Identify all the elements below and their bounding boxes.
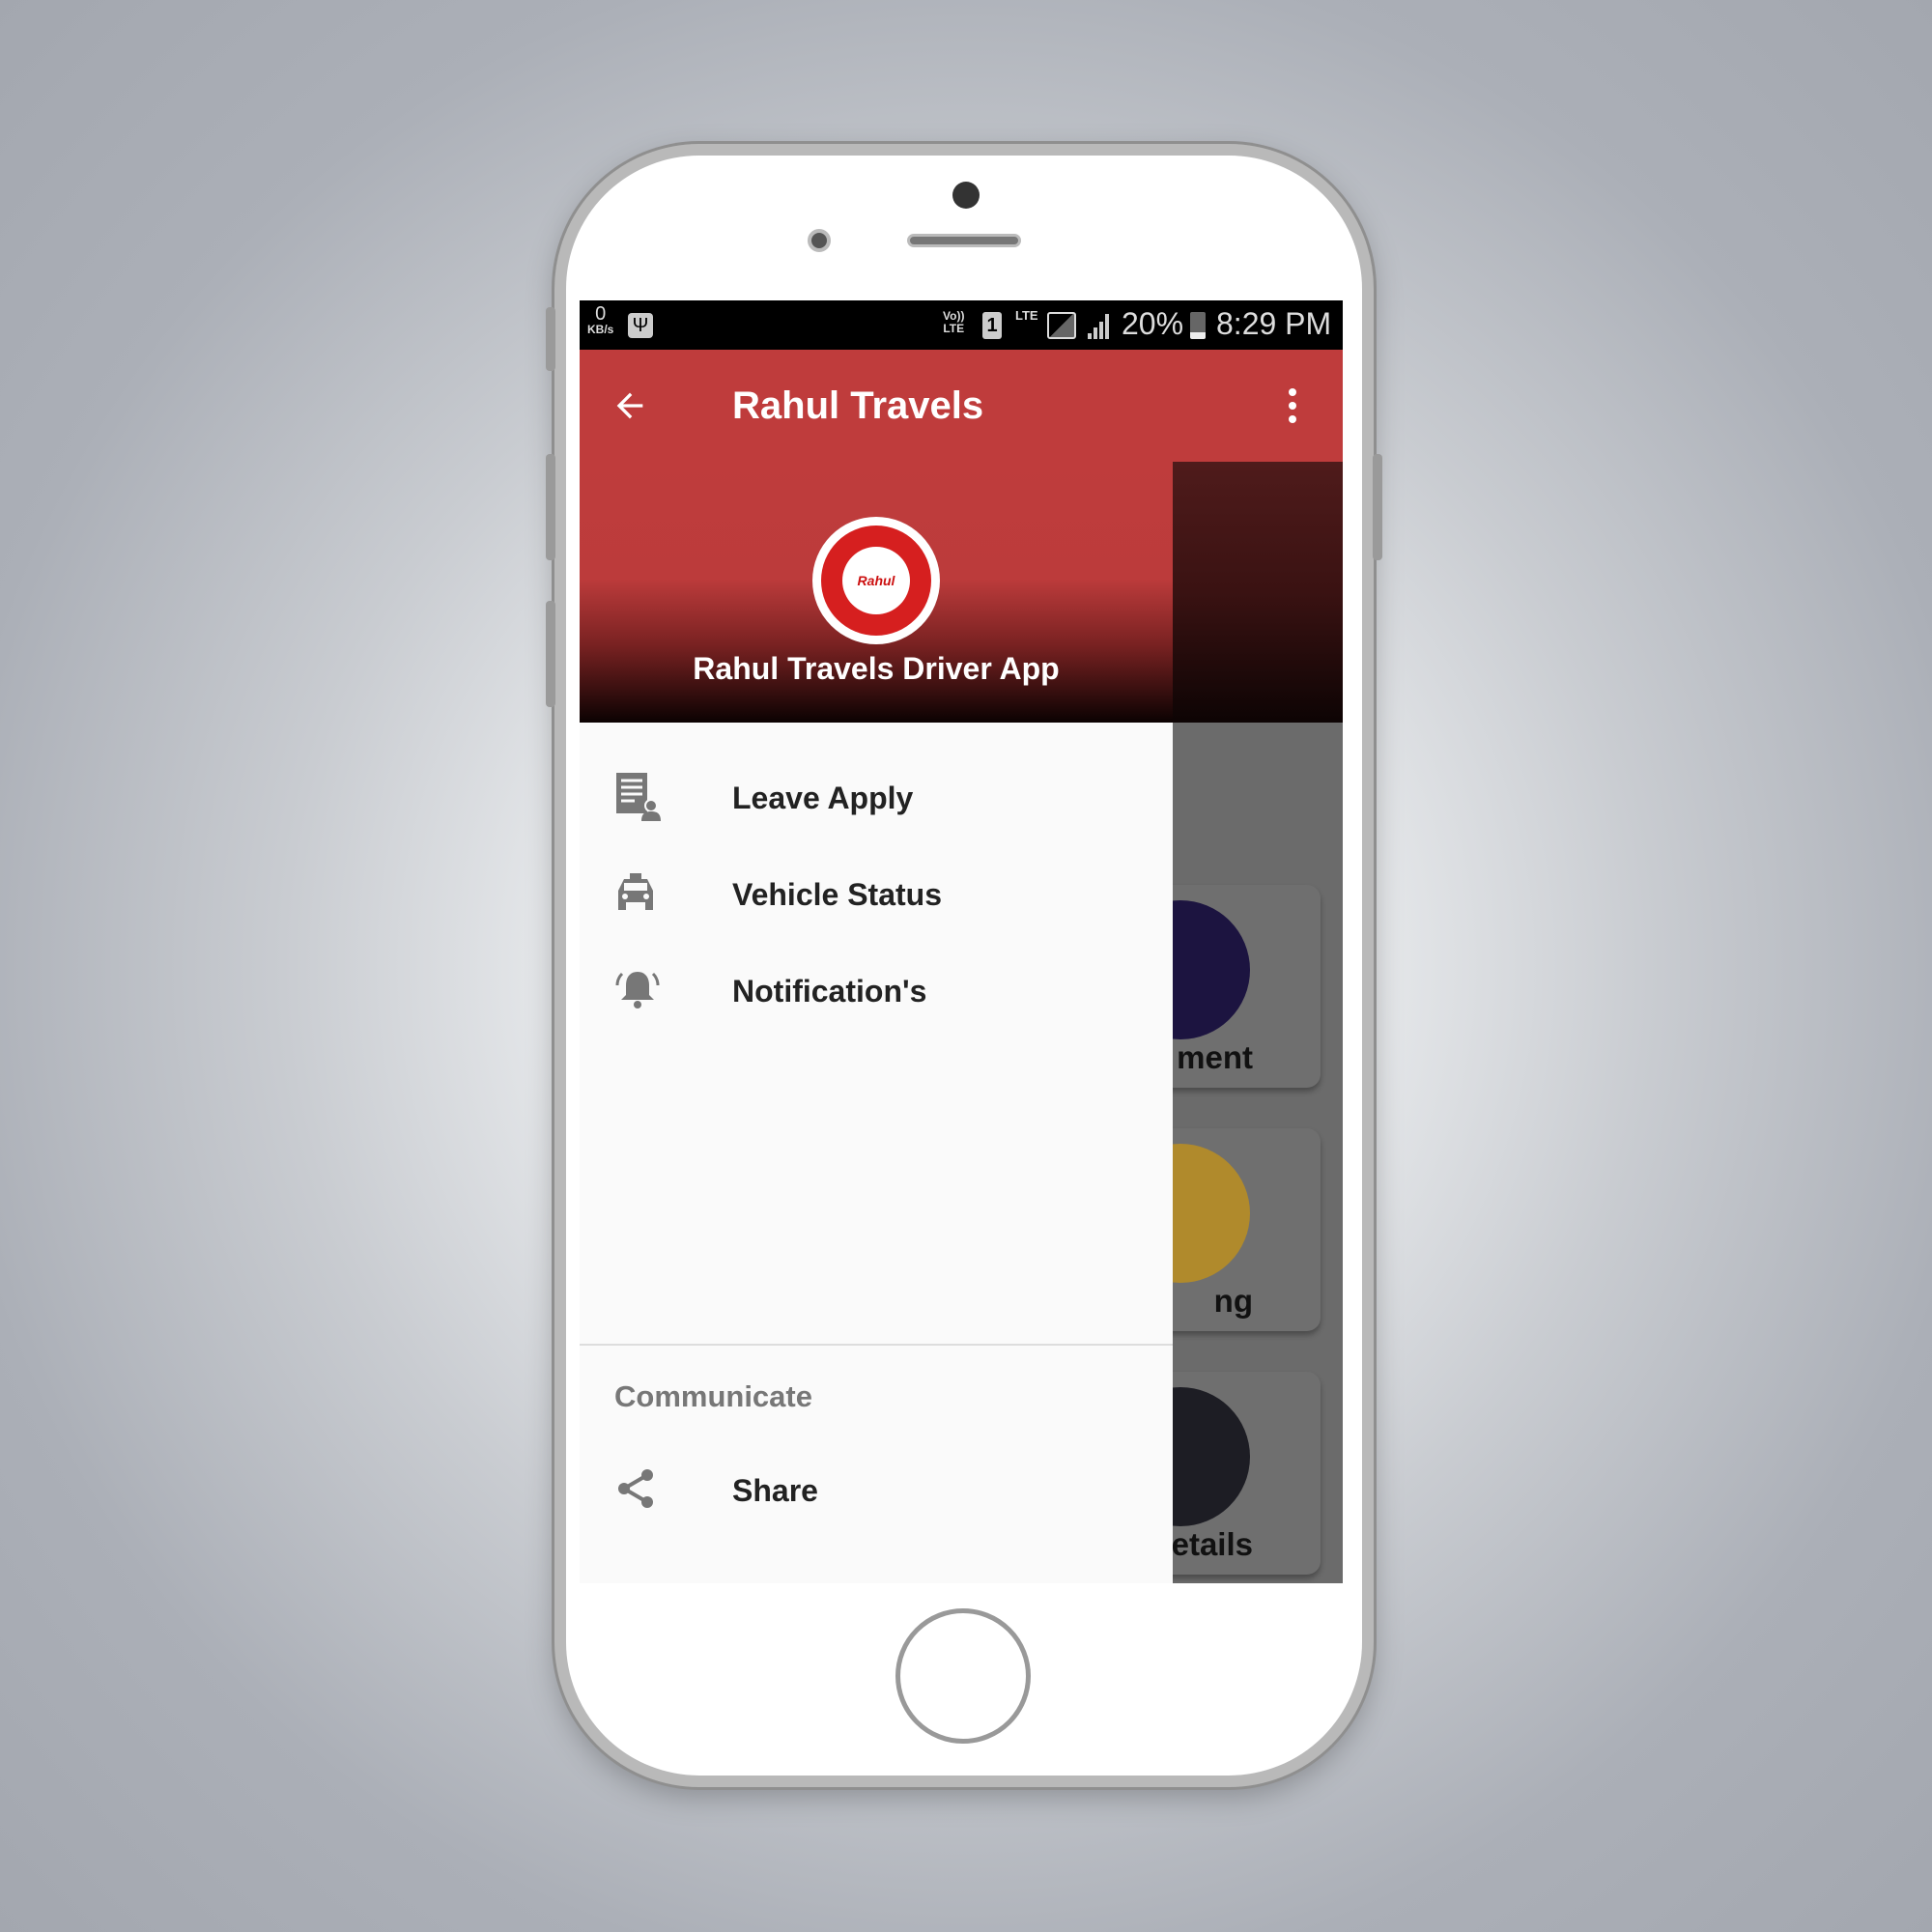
sim-indicator: 1 bbox=[982, 312, 1002, 339]
net-speed-unit: KB/s bbox=[587, 323, 614, 336]
screen: 0 KB/s Ψ Vo)) LTE 1 LTE 20% 8:29 PM Rahu… bbox=[580, 300, 1343, 1583]
share-icon bbox=[618, 1468, 653, 1508]
card-label: etails bbox=[1171, 1526, 1253, 1562]
page-title: Rahul Travels bbox=[732, 384, 984, 427]
taxi-icon bbox=[618, 872, 653, 910]
battery-icon bbox=[1190, 312, 1206, 339]
card-label: ng bbox=[1213, 1283, 1253, 1319]
net-speed: 0 bbox=[595, 303, 607, 325]
power-button bbox=[1373, 454, 1382, 560]
mute-switch bbox=[546, 307, 555, 371]
menu-item-label: Share bbox=[732, 1472, 818, 1508]
usb-icon: Ψ bbox=[628, 313, 653, 338]
home-button[interactable] bbox=[895, 1608, 1031, 1744]
battery-percent: 20% bbox=[1122, 306, 1184, 341]
menu-item-label: Notification's bbox=[732, 973, 927, 1009]
volte-sub: LTE bbox=[943, 322, 965, 336]
arrow-left-icon[interactable] bbox=[611, 386, 649, 425]
clock: 8:29 PM bbox=[1216, 306, 1332, 341]
drawer-app-title: Rahul Travels Driver App bbox=[693, 651, 1060, 686]
menu-item-label: Leave Apply bbox=[732, 780, 914, 815]
menu-item-vehicle-status[interactable]: Vehicle Status bbox=[580, 846, 1173, 943]
drawer-header: Rahul Rahul Travels Driver App bbox=[580, 462, 1173, 723]
front-camera bbox=[952, 182, 980, 209]
speaker-grille bbox=[907, 234, 1021, 247]
sensor bbox=[808, 229, 831, 252]
menu-item-leave-apply[interactable]: Leave Apply bbox=[580, 750, 1173, 846]
divider bbox=[580, 1344, 1173, 1346]
volume-down-button bbox=[546, 601, 555, 707]
section-header-communicate: Communicate bbox=[614, 1379, 812, 1413]
menu-item-notifications[interactable]: Notification's bbox=[580, 943, 1173, 1039]
app-logo: Rahul bbox=[812, 517, 940, 644]
bell-icon bbox=[615, 971, 660, 1009]
menu-item-label: Vehicle Status bbox=[732, 876, 942, 912]
volume-up-button bbox=[546, 454, 555, 560]
status-bar: 0 KB/s Ψ Vo)) LTE 1 LTE 20% 8:29 PM bbox=[580, 300, 1343, 350]
menu-item-share[interactable]: Share bbox=[580, 1442, 1173, 1539]
more-vert-icon[interactable] bbox=[1283, 386, 1302, 425]
signal-icon bbox=[1088, 314, 1109, 339]
card-label: ment bbox=[1177, 1039, 1253, 1075]
navigation-drawer: Rahul Rahul Travels Driver App Leave App… bbox=[580, 462, 1173, 1583]
network-type: LTE bbox=[1015, 308, 1038, 323]
signal-sim1-icon bbox=[1047, 312, 1076, 339]
app-toolbar: Rahul Travels bbox=[580, 350, 1343, 462]
background-header bbox=[1173, 462, 1343, 723]
document-person-icon bbox=[616, 772, 661, 821]
